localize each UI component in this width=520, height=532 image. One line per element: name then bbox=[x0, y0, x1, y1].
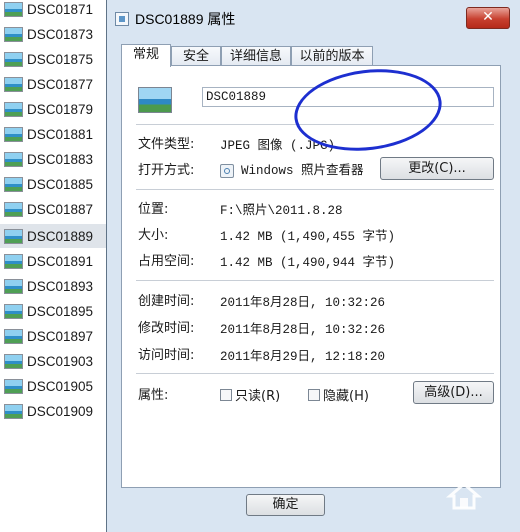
tab-security[interactable]: 安全 bbox=[171, 46, 221, 66]
file-name-label: DSC01885 bbox=[27, 176, 94, 192]
image-file-icon bbox=[4, 278, 23, 294]
modified-label: 修改时间: bbox=[138, 321, 195, 336]
photo-viewer-icon bbox=[220, 163, 234, 178]
location-value: F:\照片\2011.8.28 bbox=[220, 204, 343, 218]
divider bbox=[136, 373, 494, 374]
list-item[interactable]: DSC01871 bbox=[0, 0, 106, 21]
image-file-icon bbox=[4, 303, 23, 319]
file-name-label: DSC01891 bbox=[27, 253, 94, 269]
file-name-label: DSC01895 bbox=[27, 303, 94, 319]
list-item[interactable]: DSC01877 bbox=[0, 72, 106, 96]
file-name-label: DSC01873 bbox=[27, 26, 94, 42]
file-name-label: DSC01883 bbox=[27, 151, 94, 167]
image-file-icon bbox=[4, 353, 23, 369]
image-file-icon bbox=[138, 87, 172, 113]
tab-general[interactable]: 常规 bbox=[121, 44, 171, 67]
image-file-icon bbox=[4, 201, 23, 217]
image-file-icon bbox=[4, 328, 23, 344]
hidden-checkbox[interactable]: 隐藏(H) bbox=[308, 385, 369, 404]
title-bar: DSC01889 属性 bbox=[115, 9, 235, 29]
file-name-label: DSC01879 bbox=[27, 101, 94, 117]
image-file-icon bbox=[4, 403, 23, 419]
created-value: 2011年8月28日, 10:32:26 bbox=[220, 296, 386, 310]
file-name-label: DSC01887 bbox=[27, 201, 94, 217]
modified-value: 2011年8月28日, 10:32:26 bbox=[220, 323, 386, 337]
size-label: 大小: bbox=[138, 228, 169, 243]
file-list: DSC01871 DSC01873 DSC01875 DSC01877 DSC0… bbox=[0, 0, 106, 532]
tab-details[interactable]: 详细信息 bbox=[221, 46, 291, 66]
list-item[interactable]: DSC01883 bbox=[0, 147, 106, 171]
list-item[interactable]: DSC01887 bbox=[0, 197, 106, 221]
file-name-label: DSC01881 bbox=[27, 126, 94, 142]
image-file-icon bbox=[4, 26, 23, 42]
file-type-label: 文件类型: bbox=[138, 137, 195, 152]
location-label: 位置: bbox=[138, 202, 169, 217]
file-name-label: DSC01903 bbox=[27, 353, 94, 369]
list-item[interactable]: DSC01885 bbox=[0, 172, 106, 196]
file-name-field[interactable]: DSC01889 bbox=[202, 87, 494, 107]
file-name-label: DSC01889 bbox=[27, 228, 94, 244]
accessed-label: 访问时间: bbox=[138, 348, 195, 363]
image-file-icon bbox=[4, 76, 23, 92]
file-name-label: DSC01909 bbox=[27, 403, 94, 419]
accessed-value: 2011年8月29日, 12:18:20 bbox=[220, 350, 386, 364]
image-file-icon bbox=[4, 253, 23, 269]
checkbox-square[interactable] bbox=[220, 388, 232, 401]
divider bbox=[136, 124, 494, 125]
file-name-label: DSC01875 bbox=[27, 51, 94, 67]
watermark-house-icon bbox=[445, 482, 483, 510]
general-tab-panel: DSC01889 文件类型: JPEG 图像 (.JPG) 打开方式: Wind… bbox=[121, 65, 501, 488]
file-name-label: DSC01897 bbox=[27, 328, 94, 344]
site-watermark bbox=[438, 478, 508, 530]
file-type-value: JPEG 图像 (.JPG) bbox=[220, 139, 336, 153]
open-with-label: 打开方式: bbox=[138, 163, 195, 178]
readonly-checkbox[interactable]: 只读(R) bbox=[220, 385, 280, 404]
list-item[interactable]: DSC01897 bbox=[0, 324, 106, 348]
attributes-label: 属性: bbox=[138, 388, 169, 403]
change-button[interactable]: 更改(C)... bbox=[380, 157, 494, 180]
list-item[interactable]: DSC01905 bbox=[0, 374, 106, 398]
advanced-button[interactable]: 高级(D)... bbox=[413, 381, 494, 404]
open-with-app: Windows 照片查看器 bbox=[220, 159, 364, 178]
file-name-label: DSC01871 bbox=[27, 1, 94, 17]
list-item[interactable]: DSC01891 bbox=[0, 249, 106, 273]
divider bbox=[136, 280, 494, 281]
list-item[interactable]: DSC01875 bbox=[0, 47, 106, 71]
image-file-icon bbox=[4, 1, 23, 17]
list-item[interactable]: DSC01873 bbox=[0, 22, 106, 46]
list-item[interactable]: DSC01909 bbox=[0, 399, 106, 423]
image-file-icon bbox=[4, 51, 23, 67]
image-file-icon bbox=[4, 151, 23, 167]
properties-dialog: DSC01889 属性 ✕ 常规 安全 详细信息 以前的版本 DSC01889 … bbox=[106, 0, 520, 532]
image-file-icon bbox=[4, 228, 23, 244]
image-file-icon bbox=[4, 378, 23, 394]
size-on-disk-label: 占用空间: bbox=[138, 254, 195, 269]
open-with-value: Windows 照片查看器 bbox=[241, 164, 364, 178]
ok-button[interactable]: 确定 bbox=[246, 494, 325, 516]
image-file-icon bbox=[4, 101, 23, 117]
size-value: 1.42 MB (1,490,455 字节) bbox=[220, 230, 396, 244]
created-label: 创建时间: bbox=[138, 294, 195, 309]
file-name-label: DSC01905 bbox=[27, 378, 94, 394]
file-name-label: DSC01877 bbox=[27, 76, 94, 92]
readonly-label: 只读(R) bbox=[235, 389, 281, 404]
list-item[interactable]: DSC01881 bbox=[0, 122, 106, 146]
hidden-label: 隐藏(H) bbox=[323, 389, 369, 404]
image-file-icon bbox=[4, 176, 23, 192]
list-item[interactable]: DSC01893 bbox=[0, 274, 106, 298]
file-name-label: DSC01893 bbox=[27, 278, 94, 294]
image-file-icon bbox=[4, 126, 23, 142]
divider bbox=[136, 189, 494, 190]
checkbox-square[interactable] bbox=[308, 388, 320, 401]
list-item[interactable]: DSC01895 bbox=[0, 299, 106, 323]
list-item[interactable]: DSC01903 bbox=[0, 349, 106, 373]
file-properties-icon bbox=[115, 12, 129, 26]
close-button[interactable]: ✕ bbox=[466, 7, 510, 29]
list-item-selected[interactable]: DSC01889 bbox=[0, 224, 106, 248]
size-on-disk-value: 1.42 MB (1,490,944 字节) bbox=[220, 256, 396, 270]
tab-previous-versions[interactable]: 以前的版本 bbox=[291, 46, 373, 66]
dialog-title: DSC01889 属性 bbox=[135, 11, 236, 27]
list-item[interactable]: DSC01879 bbox=[0, 97, 106, 121]
